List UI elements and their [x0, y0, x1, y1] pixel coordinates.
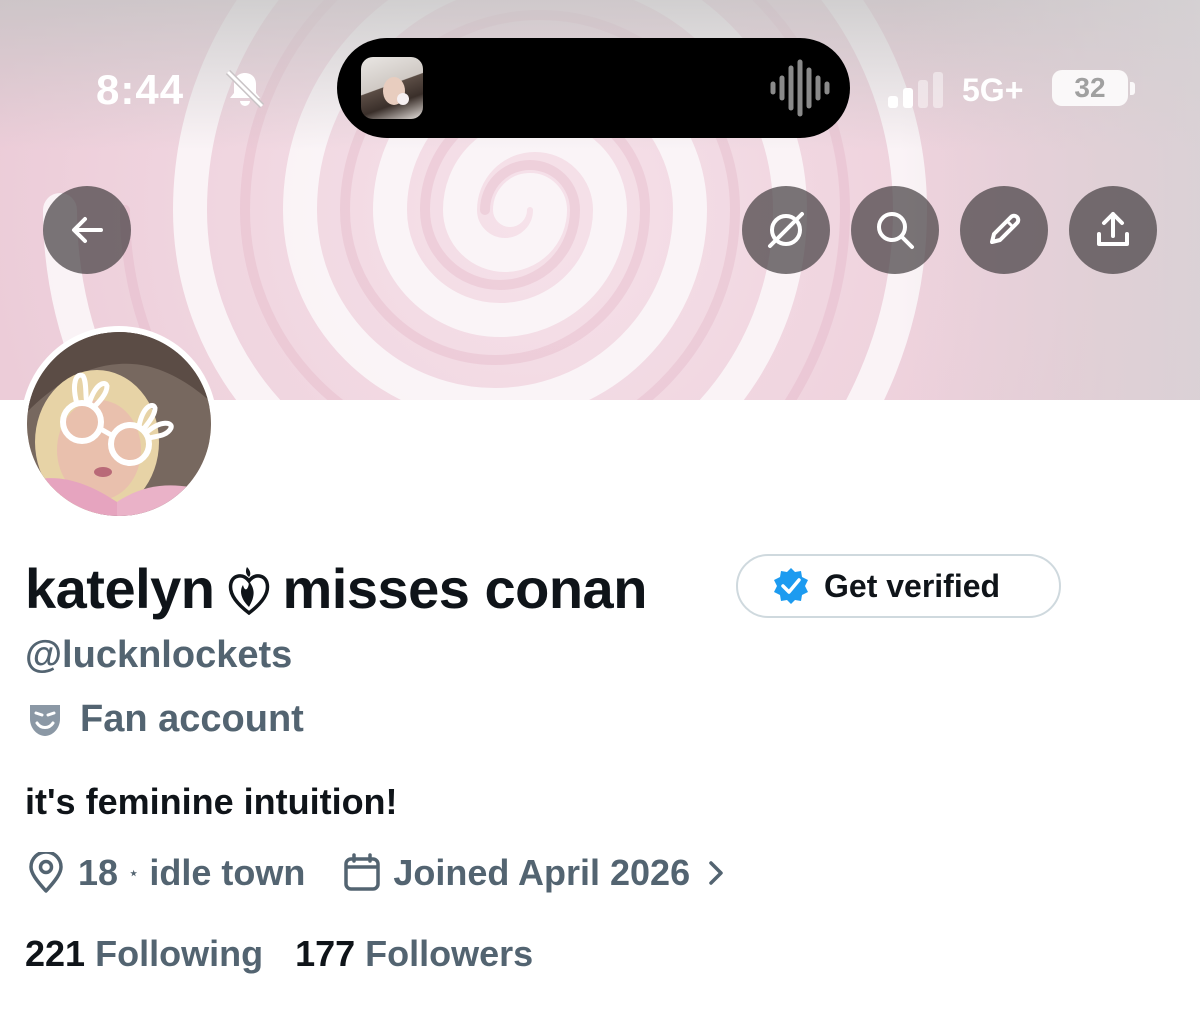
location-detail: idle town	[149, 852, 306, 893]
now-playing-thumbnail	[361, 57, 423, 119]
profile-bio: it's feminine intuition!	[25, 781, 398, 822]
display-name-first: katelyn	[25, 557, 215, 620]
username-handle: @lucknlockets	[25, 634, 293, 676]
following-link[interactable]: 221 Following	[25, 933, 273, 974]
search-button[interactable]	[851, 186, 939, 274]
dynamic-island[interactable]	[337, 38, 850, 138]
followers-link[interactable]: 177 Followers	[295, 933, 533, 974]
profile-category: Fan account	[26, 698, 304, 741]
share-button[interactable]	[1069, 186, 1157, 274]
verified-badge-icon	[774, 568, 808, 604]
avatar-photo	[27, 332, 211, 516]
share-icon	[1097, 212, 1129, 246]
profile-avatar[interactable]	[21, 326, 217, 522]
search-icon	[877, 212, 914, 249]
profile-meta: 18 ⋆ idle town Joined April 2026	[26, 852, 726, 894]
joined-date[interactable]: Joined April 2026	[393, 852, 690, 894]
followers-label: Followers	[365, 933, 534, 974]
following-count: 221	[25, 933, 86, 974]
bell-slash-icon	[225, 69, 265, 109]
follow-stats: 221 Following 177 Followers	[25, 933, 533, 975]
calendar-icon	[344, 853, 381, 891]
grok-button[interactable]	[742, 186, 830, 274]
theater-mask-icon	[30, 704, 60, 736]
get-verified-label: Get verified	[824, 567, 1001, 604]
location-value: 18	[78, 852, 119, 893]
back-button[interactable]	[43, 186, 131, 274]
location-separator: ⋆	[128, 862, 140, 883]
display-name-second: misses conan	[282, 557, 648, 620]
pencil-icon	[990, 213, 1021, 244]
grok-icon	[768, 212, 804, 248]
cellular-signal-icon	[888, 72, 943, 108]
category-label: Fan account	[80, 698, 304, 740]
banner-right-shade	[900, 0, 1200, 400]
network-type: 5G+	[962, 72, 1024, 108]
heart-flame-emoji-icon	[228, 566, 269, 615]
followers-count: 177	[295, 933, 356, 974]
following-label: Following	[95, 933, 264, 974]
battery-indicator: 32	[1052, 70, 1128, 106]
location-pin-icon	[29, 852, 63, 893]
chevron-right-icon[interactable]	[706, 858, 726, 888]
status-time: 8:44	[96, 66, 185, 113]
get-verified-button[interactable]: Get verified	[736, 554, 1061, 618]
battery-cap	[1130, 82, 1135, 95]
edit-button[interactable]	[960, 186, 1048, 274]
display-name: katelyn misses conan	[25, 556, 647, 621]
audio-waveform-icon	[770, 59, 830, 117]
arrow-left-icon	[72, 217, 103, 243]
